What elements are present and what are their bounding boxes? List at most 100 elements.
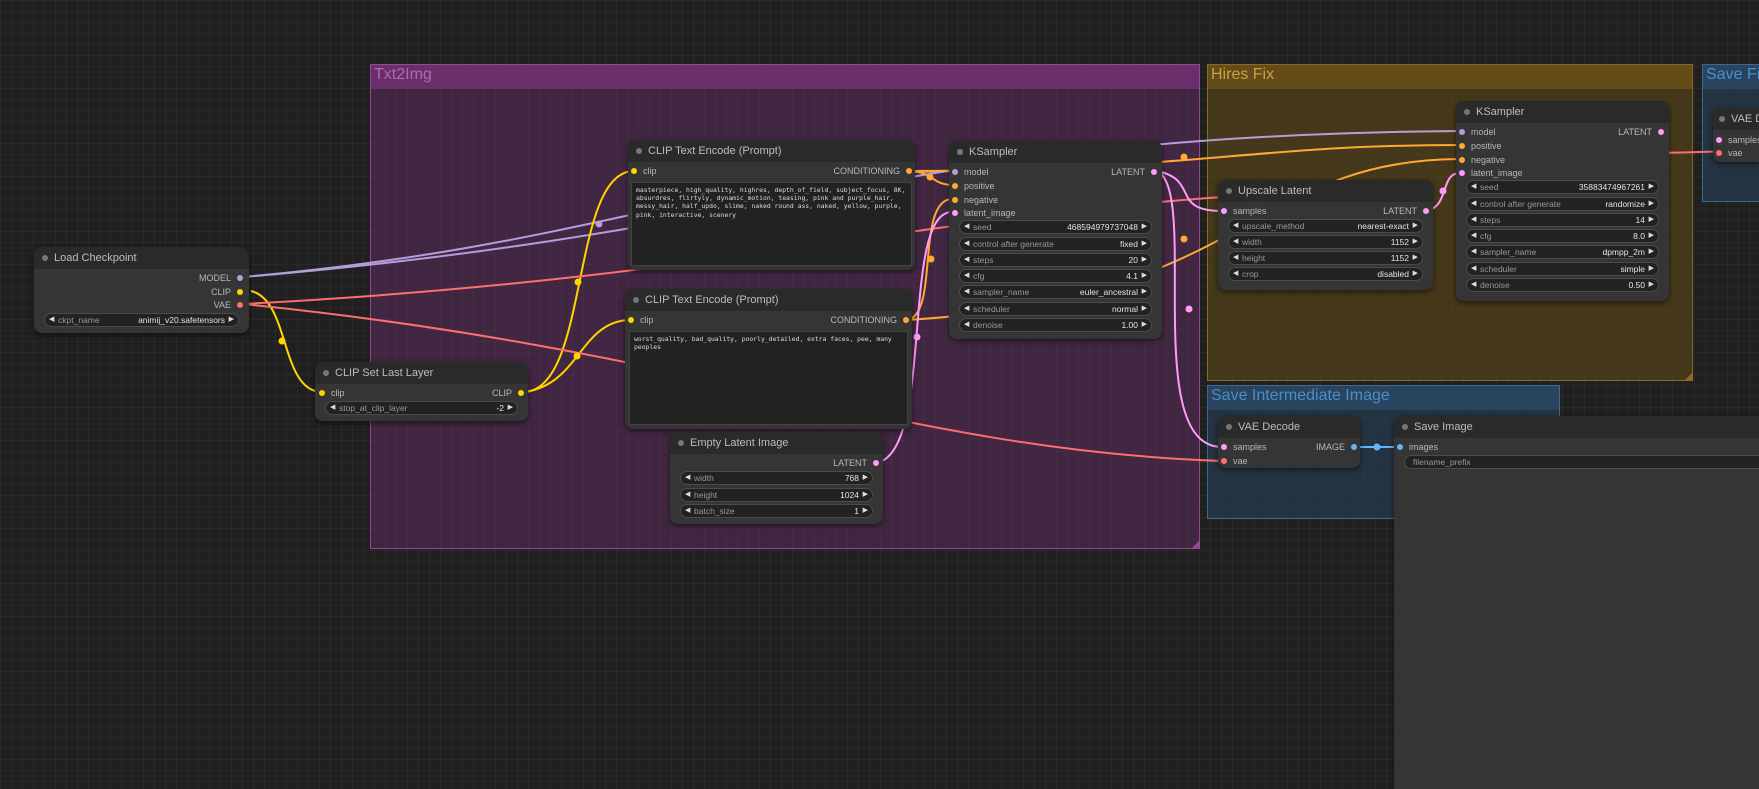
arrow-left-icon[interactable]: ◀ [330,402,335,414]
arrow-right-icon[interactable]: ▶ [1649,230,1654,242]
input-latent-image[interactable]: latent_image [952,207,1016,219]
collapse-dot-icon[interactable] [323,370,329,376]
arrow-left-icon[interactable]: ◀ [1471,230,1476,242]
input-clip[interactable]: clip [631,165,657,177]
arrow-right-icon[interactable]: ▶ [1142,303,1147,315]
crop-combo[interactable]: ◀ crop disabled ▶ [1228,267,1423,281]
arrow-left-icon[interactable]: ◀ [1233,236,1238,248]
image-pin-icon[interactable] [1351,444,1357,450]
collapse-dot-icon[interactable] [957,149,963,155]
arrow-right-icon[interactable]: ▶ [1413,252,1418,264]
arrow-left-icon[interactable]: ◀ [1471,181,1476,193]
node-clip-text-encode-negative[interactable]: CLIP Text Encode (Prompt) clip CONDITION… [625,289,912,429]
arrow-right-icon[interactable]: ▶ [1142,238,1147,250]
width-input[interactable]: ◀ width 768 ▶ [680,471,873,485]
node-title[interactable]: CLIP Text Encode (Prompt) [628,140,915,162]
output-latent[interactable]: LATENT [1383,205,1429,217]
latent-pin-icon[interactable] [1716,137,1722,143]
model-pin-icon[interactable] [1459,129,1465,135]
collapse-dot-icon[interactable] [1226,424,1232,430]
model-pin-icon[interactable] [952,169,958,175]
arrow-right-icon[interactable]: ▶ [1142,270,1147,282]
output-clip[interactable]: CLIP [211,286,243,298]
sampler-name-combo[interactable]: ◀ sampler_name dpmpp_2m ▶ [1466,245,1659,259]
output-model[interactable]: MODEL [199,272,243,284]
arrow-right-icon[interactable]: ▶ [1649,214,1654,226]
conditioning-pin-icon[interactable] [952,197,958,203]
input-positive[interactable]: positive [952,180,995,192]
node-ksampler-1[interactable]: KSampler model positive negative latent_… [949,141,1162,339]
collapse-dot-icon[interactable] [636,148,642,154]
arrow-right-icon[interactable]: ▶ [863,489,868,501]
upscale-method-combo[interactable]: ◀ upscale_method nearest-exact ▶ [1228,219,1423,233]
node-save-image[interactable]: Save Image images filename_prefix [1394,416,1759,789]
latent-pin-icon[interactable] [1423,208,1429,214]
seed-input[interactable]: ◀ seed 35883474967261 ▶ [1466,180,1659,194]
steps-input[interactable]: ◀ steps 20 ▶ [959,253,1152,267]
filename-prefix-input[interactable]: filename_prefix [1404,455,1759,469]
cfg-input[interactable]: ◀ cfg 4.1 ▶ [959,269,1152,283]
arrow-left-icon[interactable]: ◀ [49,314,54,326]
arrow-left-icon[interactable]: ◀ [685,489,690,501]
input-vae[interactable]: vae [1221,455,1248,467]
steps-input[interactable]: ◀ steps 14 ▶ [1466,213,1659,227]
arrow-left-icon[interactable]: ◀ [964,303,969,315]
scheduler-combo[interactable]: ◀ scheduler simple ▶ [1466,262,1659,276]
node-title[interactable]: CLIP Text Encode (Prompt) [625,289,912,311]
input-latent-image[interactable]: latent_image [1459,167,1523,179]
input-positive[interactable]: positive [1459,140,1502,152]
arrow-right-icon[interactable]: ▶ [1142,254,1147,266]
clip-pin-icon[interactable] [631,168,637,174]
collapse-dot-icon[interactable] [678,440,684,446]
latent-pin-icon[interactable] [1658,129,1664,135]
output-image[interactable]: IMAGE [1316,441,1357,453]
height-input[interactable]: ◀ height 1024 ▶ [680,488,873,502]
arrow-left-icon[interactable]: ◀ [964,238,969,250]
collapse-dot-icon[interactable] [633,297,639,303]
arrow-left-icon[interactable]: ◀ [685,472,690,484]
node-upscale-latent[interactable]: Upscale Latent samples LATENT ◀ upscale_m… [1218,180,1433,290]
clip-pin-icon[interactable] [518,390,524,396]
arrow-right-icon[interactable]: ▶ [1649,246,1654,258]
arrow-left-icon[interactable]: ◀ [964,270,969,282]
arrow-left-icon[interactable]: ◀ [964,286,969,298]
arrow-left-icon[interactable]: ◀ [1471,263,1476,275]
vae-pin-icon[interactable] [1221,458,1227,464]
node-title[interactable]: Upscale Latent [1218,180,1433,202]
arrow-right-icon[interactable]: ▶ [1649,263,1654,275]
arrow-right-icon[interactable]: ▶ [863,505,868,517]
node-clip-set-last-layer[interactable]: CLIP Set Last Layer clip CLIP ◀ stop_at_… [315,362,528,421]
scheduler-combo[interactable]: ◀ scheduler normal ▶ [959,302,1152,316]
clip-pin-icon[interactable] [628,317,634,323]
node-title[interactable]: KSampler [1456,101,1669,123]
arrow-right-icon[interactable]: ▶ [1413,220,1418,232]
prompt-textarea[interactable]: worst_quality, bad_quality, poorly_detai… [629,331,908,425]
input-clip[interactable]: clip [319,387,345,399]
arrow-left-icon[interactable]: ◀ [1471,214,1476,226]
prompt-textarea[interactable]: masterpiece, high_quality, highres, dept… [631,182,912,266]
ckpt-name-combo[interactable]: ◀ ckpt_name animij_v20.safetensors ▶ [44,313,239,327]
denoise-input[interactable]: ◀ denoise 0.50 ▶ [1466,278,1659,292]
input-samples[interactable]: samples [1221,205,1267,217]
latent-pin-icon[interactable] [873,460,879,466]
input-negative[interactable]: negative [1459,154,1505,166]
arrow-left-icon[interactable]: ◀ [964,221,969,233]
input-samples[interactable]: samples [1716,134,1759,146]
arrow-right-icon[interactable]: ▶ [1413,268,1418,280]
input-negative[interactable]: negative [952,194,998,206]
collapse-dot-icon[interactable] [1464,109,1470,115]
conditioning-pin-icon[interactable] [952,183,958,189]
image-pin-icon[interactable] [1397,444,1403,450]
vae-pin-icon[interactable] [237,302,243,308]
arrow-left-icon[interactable]: ◀ [1471,246,1476,258]
conditioning-pin-icon[interactable] [906,168,912,174]
latent-pin-icon[interactable] [952,210,958,216]
vae-pin-icon[interactable] [1716,150,1722,156]
output-clip[interactable]: CLIP [492,387,524,399]
node-title[interactable]: CLIP Set Last Layer [315,362,528,384]
arrow-left-icon[interactable]: ◀ [964,254,969,266]
arrow-left-icon[interactable]: ◀ [1233,252,1238,264]
arrow-left-icon[interactable]: ◀ [1471,279,1476,291]
latent-pin-icon[interactable] [1221,208,1227,214]
cfg-input[interactable]: ◀ cfg 8.0 ▶ [1466,229,1659,243]
